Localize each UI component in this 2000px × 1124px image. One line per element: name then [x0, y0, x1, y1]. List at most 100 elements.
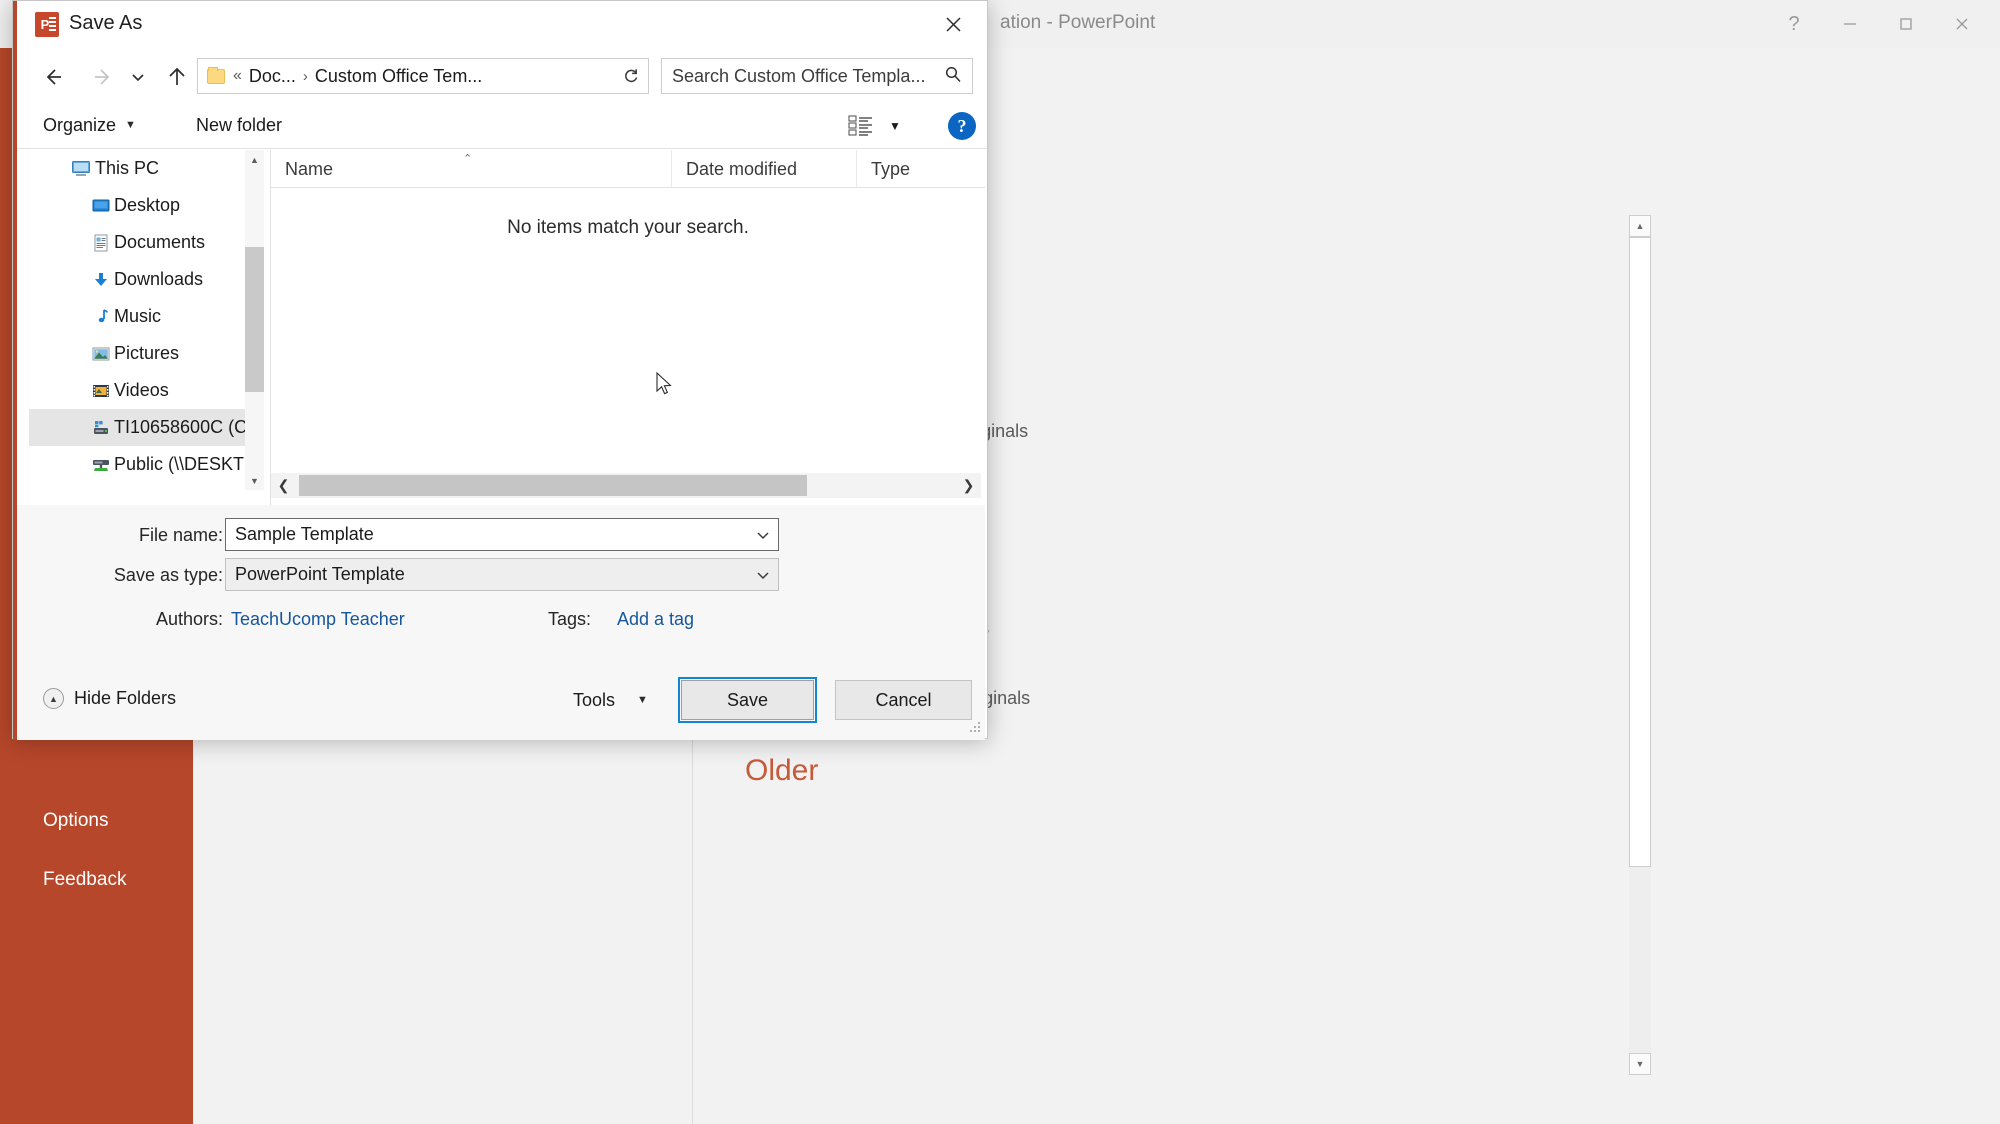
- music-icon: [91, 308, 111, 326]
- sort-ascending-icon: ⌃: [463, 153, 473, 165]
- breadcrumb-custom-office-templates[interactable]: Custom Office Tem...: [315, 66, 482, 87]
- videos-icon: [91, 382, 111, 400]
- sidebar-item-videos[interactable]: Videos: [29, 372, 249, 409]
- refresh-icon[interactable]: [613, 58, 649, 94]
- scroll-up-icon[interactable]: ▲: [1629, 215, 1651, 237]
- file-name-value: Sample Template: [235, 524, 374, 544]
- close-icon[interactable]: [1934, 1, 1990, 47]
- chevron-up-icon: ▲: [43, 688, 64, 709]
- backstage-vertical-scrollbar[interactable]: ▲ ▼: [1629, 215, 1651, 1075]
- sidebar-item-local-disk-c[interactable]: TI10658600C (C:): [29, 409, 249, 446]
- address-overflow-chevron[interactable]: «: [233, 67, 242, 85]
- file-name-input[interactable]: Sample Template: [225, 518, 779, 551]
- dialog-toolbar: [17, 101, 987, 149]
- sidebar-item-label: Music: [114, 306, 162, 326]
- search-placeholder: Search Custom Office Templa...: [672, 65, 926, 86]
- sidebar-item-this-pc[interactable]: This PC: [29, 150, 249, 187]
- resize-grip-icon[interactable]: [969, 721, 982, 734]
- scroll-right-icon[interactable]: ❯: [956, 473, 981, 498]
- sidebar-item-label: Public (\\DESKT(: [114, 454, 249, 474]
- column-header-label: Date modified: [686, 158, 798, 179]
- downloads-icon: [91, 271, 111, 289]
- chevron-down-icon[interactable]: [748, 519, 778, 550]
- navigation-pane-scrollbar[interactable]: ▲ ▼: [245, 150, 264, 490]
- view-options-caret-icon[interactable]: ▼: [889, 119, 901, 133]
- back-arrow-icon[interactable]: [35, 59, 71, 95]
- tools-button[interactable]: Tools ▼: [573, 684, 648, 716]
- this-pc-icon: [71, 160, 91, 178]
- file-list[interactable]: Name ⌃ Date modified Type No items match…: [271, 150, 985, 505]
- file-list-horizontal-scrollbar[interactable]: ❮ ❯: [271, 473, 981, 498]
- new-folder-label: New folder: [196, 114, 283, 135]
- empty-state-message: No items match your search.: [507, 217, 749, 238]
- sidebar-item-label: TI10658600C (C:): [114, 417, 249, 437]
- save-button[interactable]: Save: [681, 680, 814, 720]
- powerpoint-icon: P: [35, 12, 59, 37]
- file-list-header: Name ⌃ Date modified Type: [271, 150, 985, 188]
- hide-folders-button[interactable]: ▲ Hide Folders: [43, 688, 176, 709]
- sidebar-item-label: Videos: [114, 380, 169, 400]
- forward-arrow-icon[interactable]: [85, 59, 121, 95]
- scrollbar-thumb[interactable]: [245, 247, 264, 392]
- column-header-date-modified[interactable]: Date modified: [671, 150, 856, 188]
- dialog-title-bar: P Save As: [17, 1, 987, 49]
- pictures-icon: [91, 345, 111, 363]
- up-arrow-icon[interactable]: [159, 59, 195, 95]
- scroll-up-icon[interactable]: ▲: [245, 150, 264, 169]
- organize-button[interactable]: Organize ▼: [43, 111, 136, 139]
- cancel-button[interactable]: Cancel: [835, 680, 972, 720]
- authors-label: Authors:: [155, 609, 223, 629]
- minimize-icon[interactable]: [1822, 1, 1878, 47]
- navigation-pane: This PC Desktop Documents Downloads Musi…: [29, 150, 249, 505]
- save-as-type-label: Save as type:: [113, 565, 223, 585]
- chevron-down-icon: ▼: [637, 694, 648, 706]
- rail-item-options[interactable]: Options: [43, 810, 108, 832]
- older-section-heading: Older: [745, 754, 819, 787]
- sidebar-item-public-network[interactable]: Public (\\DESKT(: [29, 446, 249, 483]
- restore-icon[interactable]: [1878, 1, 1934, 47]
- dialog-body: This PC Desktop Documents Downloads Musi…: [17, 150, 985, 505]
- file-name-label: File name:: [138, 525, 223, 545]
- sidebar-item-label: Documents: [114, 232, 206, 252]
- dialog-title: Save As: [69, 12, 143, 34]
- view-layout-icon[interactable]: [848, 113, 874, 137]
- breadcrumb-documents[interactable]: Doc...: [249, 66, 296, 87]
- chevron-down-icon[interactable]: [748, 559, 778, 590]
- network-drive-icon: [91, 456, 111, 474]
- scrollbar-thumb[interactable]: [299, 475, 807, 496]
- rail-item-feedback[interactable]: Feedback: [43, 869, 126, 891]
- column-header-type[interactable]: Type: [856, 150, 985, 188]
- scrollbar-thumb[interactable]: [1629, 237, 1651, 867]
- help-icon[interactable]: ?: [948, 112, 976, 140]
- sidebar-item-music[interactable]: Music: [29, 298, 249, 335]
- hide-folders-label: Hide Folders: [74, 688, 177, 708]
- close-icon[interactable]: [923, 1, 983, 47]
- scroll-left-icon[interactable]: ❮: [271, 473, 296, 498]
- address-bar[interactable]: « Doc... › Custom Office Tem...: [197, 58, 637, 94]
- sidebar-item-pictures[interactable]: Pictures: [29, 335, 249, 372]
- sidebar-item-documents[interactable]: Documents: [29, 224, 249, 261]
- column-header-label: Type: [871, 158, 911, 179]
- search-input[interactable]: Search Custom Office Templa...: [661, 58, 973, 94]
- tags-label: Tags:: [547, 609, 591, 629]
- help-icon[interactable]: ?: [1766, 1, 1822, 47]
- documents-icon: [91, 234, 111, 252]
- sidebar-item-downloads[interactable]: Downloads: [29, 261, 249, 298]
- new-folder-button[interactable]: New folder: [196, 111, 282, 139]
- mouse-cursor-icon: [656, 371, 674, 398]
- column-header-name[interactable]: Name ⌃: [271, 150, 671, 188]
- add-a-tag-link[interactable]: Add a tag: [617, 609, 694, 630]
- authors-value[interactable]: TeachUcomp Teacher: [231, 609, 405, 630]
- scroll-down-icon[interactable]: ▼: [245, 471, 264, 490]
- scroll-down-icon[interactable]: ▼: [1629, 1053, 1651, 1075]
- recent-locations-icon[interactable]: [125, 59, 151, 95]
- hard-drive-icon: [91, 419, 111, 437]
- save-as-type-select[interactable]: PowerPoint Template: [225, 558, 779, 591]
- breadcrumb-separator: ›: [302, 67, 308, 85]
- scrollbar-track[interactable]: [1629, 867, 1651, 1053]
- sidebar-item-desktop[interactable]: Desktop: [29, 187, 249, 224]
- search-icon: [944, 65, 962, 88]
- folder-icon: [207, 66, 225, 84]
- column-header-label: Name: [285, 158, 334, 179]
- sidebar-item-label: Pictures: [114, 343, 180, 363]
